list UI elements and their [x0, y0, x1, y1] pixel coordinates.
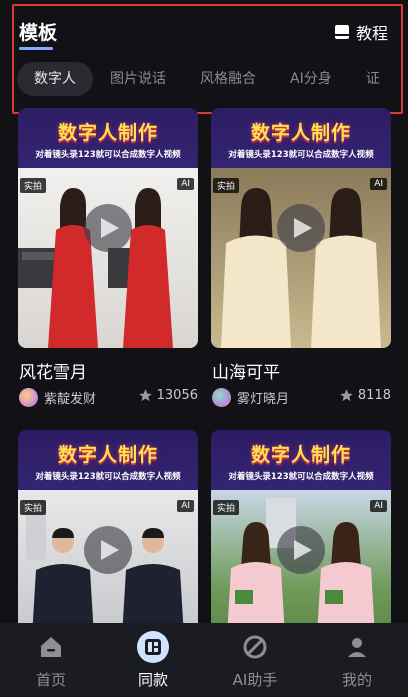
- real-shot-tag: 实拍: [213, 500, 240, 515]
- real-shot-panel: [211, 168, 301, 348]
- play-button[interactable]: [277, 204, 325, 252]
- header: 模板 教程 数字人 图片说话 风格融合 AI分身 证: [0, 0, 408, 118]
- card-title[interactable]: 风花雪月: [19, 358, 87, 383]
- banner-title: 数字人制作: [57, 122, 158, 144]
- tab-image-talk[interactable]: 图片说话: [93, 62, 183, 96]
- video-preview: [211, 168, 391, 348]
- tab-more[interactable]: 证: [349, 62, 397, 96]
- real-shot-tag: 实拍: [20, 178, 47, 193]
- nav-templates[interactable]: 同款: [102, 623, 204, 697]
- banner-subtitle: 对着镜头录123就可以合成数字人视频: [228, 472, 374, 482]
- likes-value: 13056: [156, 388, 198, 403]
- nav-templates-label: 同款: [137, 671, 168, 689]
- tutorial-button[interactable]: 教程: [334, 20, 388, 44]
- title-underline: [19, 47, 53, 50]
- banner-subtitle: 对着镜头录123就可以合成数字人视频: [35, 472, 181, 482]
- star-icon: [138, 389, 152, 402]
- book-icon: [334, 25, 349, 39]
- card-author[interactable]: 紫靛发财: [19, 388, 96, 407]
- nav-ai-assistant-label: AI助手: [232, 671, 278, 689]
- category-tabs: 数字人 图片说话 风格融合 AI分身 证: [17, 62, 408, 96]
- tab-digital-human[interactable]: 数字人: [17, 62, 93, 96]
- profile-icon: [341, 631, 373, 663]
- ai-panel: [301, 168, 391, 348]
- play-icon: [294, 540, 312, 560]
- banner-title: 数字人制作: [57, 444, 158, 466]
- video-preview: [18, 168, 198, 348]
- author-name: 紫靛发财: [44, 392, 97, 407]
- like-count: 13056: [138, 388, 198, 403]
- banner-title: 数字人制作: [250, 444, 351, 466]
- real-shot-tag: 实拍: [213, 178, 240, 193]
- real-shot-panel: [18, 168, 108, 348]
- home-icon: [35, 631, 67, 663]
- bottom-nav: 首页 同款 AI助手 我的: [0, 623, 408, 697]
- ai-panel: [108, 168, 198, 348]
- tutorial-label: 教程: [355, 24, 388, 43]
- grid-icon: [137, 631, 169, 663]
- page-title: 模板: [19, 22, 58, 44]
- ai-tag: AI: [177, 178, 194, 190]
- play-icon: [101, 218, 119, 238]
- star-icon: [340, 389, 353, 402]
- avatar: [19, 388, 38, 407]
- nav-home-label: 首页: [35, 671, 66, 689]
- play-button[interactable]: [84, 526, 132, 574]
- play-button[interactable]: [84, 204, 132, 252]
- tab-style-fusion[interactable]: 风格融合: [183, 62, 273, 96]
- banner-subtitle: 对着镜头录123就可以合成数字人视频: [35, 150, 181, 160]
- ai-tag: AI: [370, 178, 387, 190]
- likes-value: 8118: [357, 388, 391, 403]
- author-name: 雾灯晓月: [237, 392, 290, 407]
- nav-home[interactable]: 首页: [0, 623, 102, 697]
- template-thumbnail[interactable]: 数字人制作 对着镜头录123就可以合成数字人视频 实拍 AI: [18, 108, 198, 348]
- nav-profile[interactable]: 我的: [306, 623, 408, 697]
- ai-tag: AI: [370, 500, 387, 512]
- template-thumbnail[interactable]: 数字人制作 对着镜头录123就可以合成数字人视频 实拍 AI: [211, 108, 391, 348]
- play-icon: [294, 218, 312, 238]
- like-count: 8118: [339, 388, 391, 403]
- play-button[interactable]: [277, 526, 325, 574]
- card-title[interactable]: 山海可平: [212, 358, 280, 383]
- banner-subtitle: 对着镜头录123就可以合成数字人视频: [228, 150, 374, 160]
- ai-tag: AI: [177, 500, 194, 512]
- nav-ai-assistant[interactable]: AI助手: [204, 623, 306, 697]
- nav-profile-label: 我的: [341, 671, 372, 689]
- real-shot-tag: 实拍: [20, 500, 47, 515]
- play-icon: [101, 540, 119, 560]
- avatar: [212, 388, 231, 407]
- ai-assistant-icon: [239, 631, 271, 663]
- card-author[interactable]: 雾灯晓月: [212, 388, 289, 407]
- banner-title: 数字人制作: [250, 122, 351, 144]
- tab-ai-avatar[interactable]: AI分身: [273, 62, 349, 96]
